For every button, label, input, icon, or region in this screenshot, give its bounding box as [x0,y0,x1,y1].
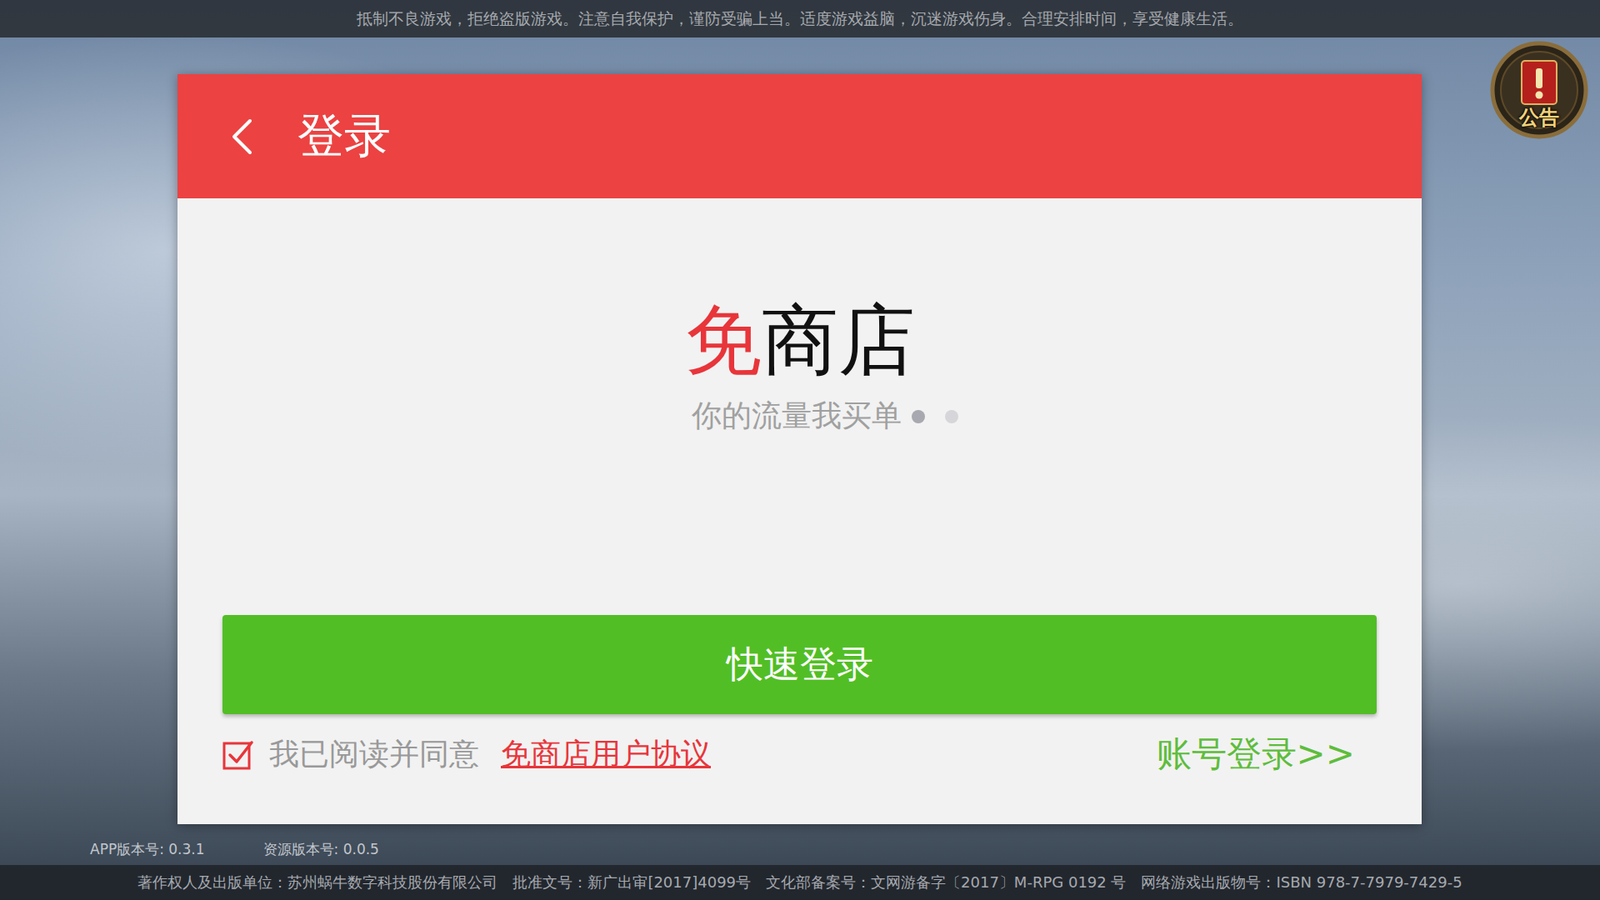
dialog-title: 登录 [297,105,391,169]
agreement-row: 我已阅读并同意免商店用户协议 账号登录>> [222,730,1377,778]
agreement-link[interactable]: 免商店用户协议 [500,734,711,775]
version-text: APP版本号: 0.3.1 [90,840,205,860]
page-dot[interactable] [945,410,959,424]
agreement: 我已阅读并同意免商店用户协议 [222,734,711,775]
page-dots [911,410,959,424]
announcement-label: 公告 [1490,104,1589,131]
agreement-text: 我已阅读并同意 [269,734,480,775]
logo-accent: 免 [685,295,762,385]
footer-text: 批准文号：新广出审[2017]4099号 [512,872,751,893]
back-arrow-icon[interactable] [229,117,255,156]
version-text: 资源版本号: 0.0.5 [263,840,380,860]
dialog-header: 登录 [177,74,1422,199]
announcement-button[interactable]: 公告 [1490,40,1589,140]
slogan-row: 你的流量我买单 [222,395,1377,437]
footer-text: 文化部备案号：文网游备字〔2017〕M-RPG 0192 号 [765,872,1126,893]
slogan: 你的流量我买单 [691,395,902,437]
main-area: 公告 登录免商店你的流量我买单快速登录我已阅读并同意免商店用户协议 账号登录>> AP… [0,37,1600,865]
version-info: APP版本号: 0.3.1 资源版本号: 0.0.5 [90,838,1600,860]
quick-login-button[interactable]: 快速登录 [222,615,1377,715]
notice-bar: 抵制不良游戏，拒绝盗版游戏。注意自我保护，谨防受骗上当。适度游戏益脑，沉迷游戏伤… [0,0,1600,38]
login-dialog: 登录免商店你的流量我买单快速登录我已阅读并同意免商店用户协议 账号登录>> [177,74,1422,825]
footer-bar: 著作权人及出版单位：苏州蜗牛数字科技股份有限公司批准文号：新广出审[2017]4… [0,865,1600,900]
logo: 免商店 [222,298,1377,383]
page-dot[interactable] [911,410,925,424]
account-login-link[interactable]: 账号登录>> [1156,730,1355,778]
dialog-body: 免商店你的流量我买单快速登录我已阅读并同意免商店用户协议 账号登录>> [177,198,1422,825]
logo-text: 商店 [761,295,915,385]
checkbox-icon[interactable] [222,738,255,770]
footer-text: 著作权人及出版单位：苏州蜗牛数字科技股份有限公司 [137,872,498,893]
login-screen: 抵制不良游戏，拒绝盗版游戏。注意自我保护，谨防受骗上当。适度游戏益脑，沉迷游戏伤… [0,0,1600,900]
footer-text: 网络游戏出版物号：ISBN 978-7-7979-7429-5 [1140,872,1462,893]
